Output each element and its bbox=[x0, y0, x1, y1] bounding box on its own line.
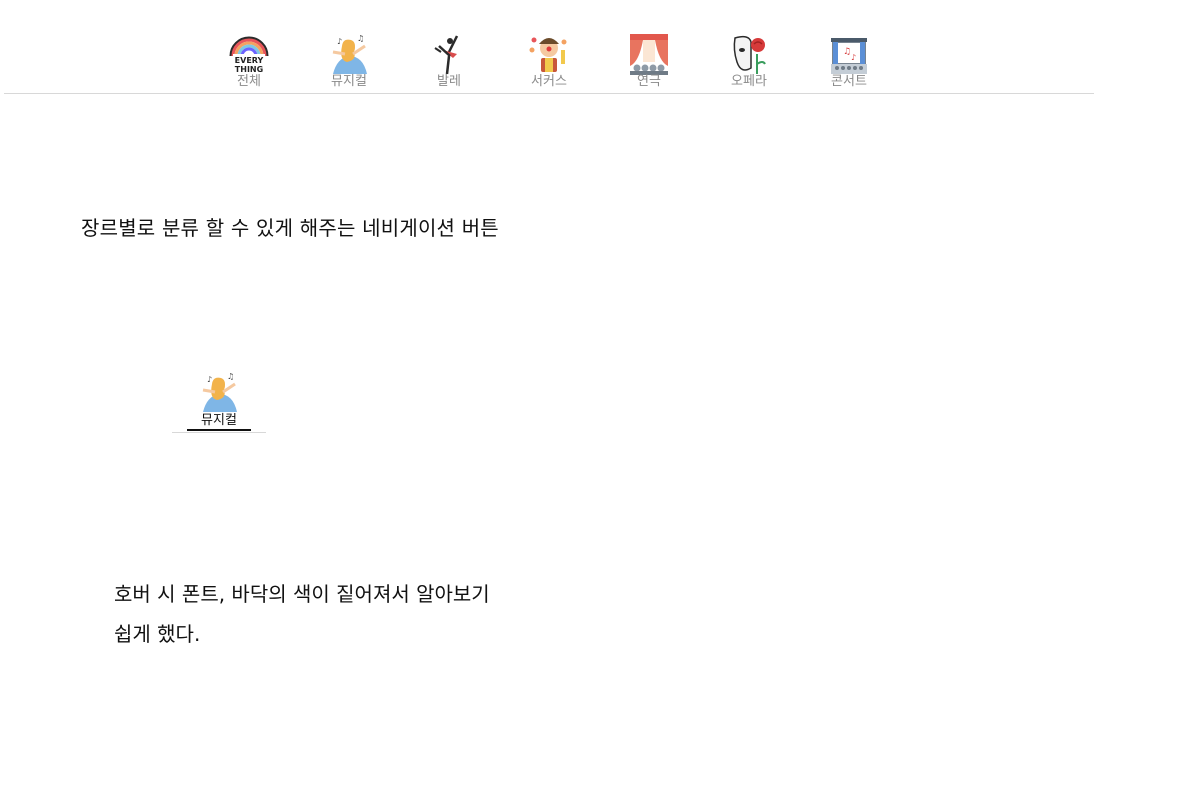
svg-text:♪: ♪ bbox=[851, 53, 856, 62]
nav-item-concert[interactable]: ♫ ♪ 콘서트 bbox=[809, 32, 889, 92]
nav-item-label: 발레 bbox=[437, 74, 461, 89]
svg-text:♫: ♫ bbox=[843, 47, 851, 57]
nav-item-all[interactable]: EVERY THING 전체 bbox=[209, 32, 289, 92]
ballet-dancer-icon bbox=[434, 35, 459, 75]
musical-singer-icon: ♪ ♫ bbox=[202, 372, 237, 412]
musical-singer-icon: ♪ ♫ bbox=[332, 34, 367, 74]
opera-mask-rose-icon bbox=[733, 35, 766, 74]
svg-text:♪: ♪ bbox=[337, 37, 342, 46]
everything-rainbow-icon: EVERY THING bbox=[229, 36, 269, 74]
svg-text:♪: ♪ bbox=[207, 375, 212, 384]
theater-curtain-icon bbox=[630, 34, 668, 75]
concert-stage-icon: ♫ ♪ bbox=[831, 38, 867, 74]
nav-item-label: 콘서트 bbox=[831, 74, 867, 89]
nav-item-label: 연극 bbox=[637, 74, 661, 89]
nav-item-label: 뮤지컬 bbox=[331, 74, 367, 89]
nav-item-label: 전체 bbox=[237, 74, 261, 89]
nav-item-theater[interactable]: 연극 bbox=[609, 32, 689, 92]
nav-item-opera[interactable]: 오페라 bbox=[709, 32, 789, 92]
nav-item-label: 오페라 bbox=[731, 74, 767, 89]
hover-demo-button-musical[interactable]: ♪ ♫ 뮤지컬 bbox=[172, 370, 266, 433]
hover-demo-label: 뮤지컬 bbox=[187, 413, 251, 431]
svg-text:♫: ♫ bbox=[227, 372, 234, 381]
svg-text:THING: THING bbox=[235, 65, 263, 74]
nav-item-circus[interactable]: 서커스 bbox=[509, 32, 589, 92]
svg-text:♫: ♫ bbox=[357, 34, 364, 43]
nav-item-ballet[interactable]: 발레 bbox=[409, 32, 489, 92]
hover-description-line: 쉽게 했다. bbox=[114, 622, 201, 646]
hover-description: 호버 시 폰트, 바닥의 색이 짙어져서 알아보기 쉽게 했다. bbox=[114, 574, 490, 654]
nav-item-musical[interactable]: ♪ ♫ 뮤지컬 bbox=[309, 32, 389, 92]
svg-text:EVERY: EVERY bbox=[235, 56, 264, 65]
hover-description-line: 호버 시 폰트, 바닥의 색이 짙어져서 알아보기 bbox=[114, 582, 490, 606]
nav-caption: 장르별로 분류 할 수 있게 해주는 네비게이션 버튼 bbox=[81, 216, 499, 240]
genre-nav: EVERY THING 전체 ♪ ♫ 뮤지컬 발레 서커스 연극 오페라 ♫ ♪… bbox=[4, 0, 1094, 94]
circus-clown-icon bbox=[529, 37, 567, 72]
nav-item-label: 서커스 bbox=[531, 74, 567, 89]
